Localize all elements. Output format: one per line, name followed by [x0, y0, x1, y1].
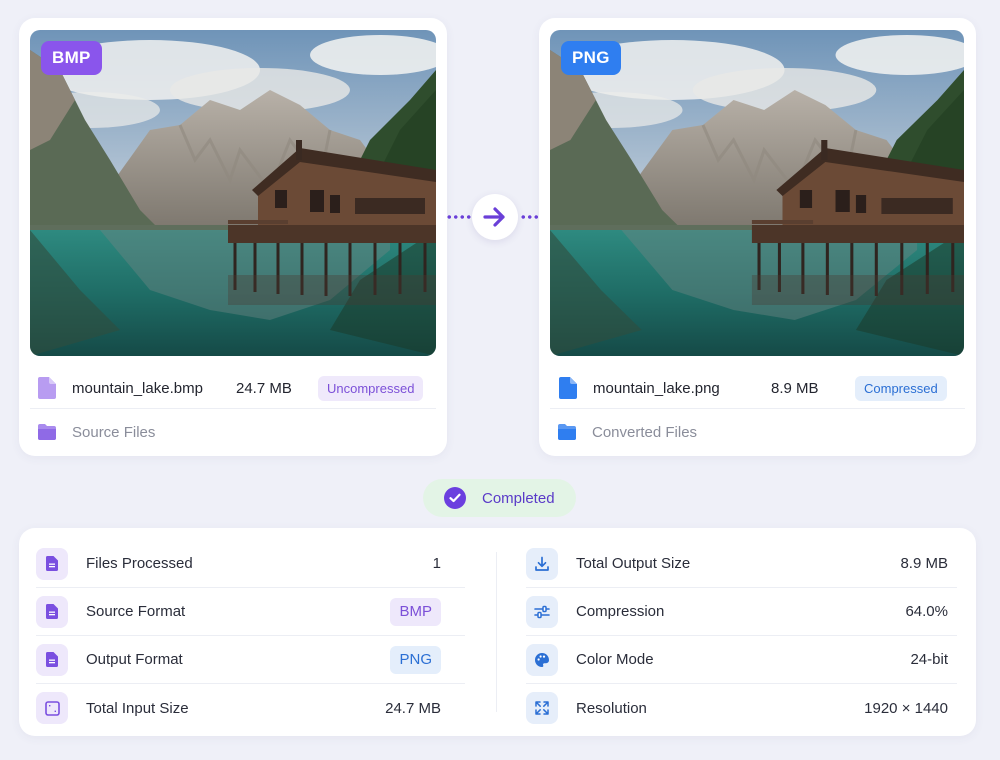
- converted-format-badge: PNG: [561, 41, 621, 75]
- stats-column-right: Total Output Size 8.9 MB Compression 64.…: [526, 540, 957, 732]
- converted-file-card[interactable]: PNG mountain_lake.png 8.9 MB Compressed …: [539, 18, 976, 456]
- source-folder-label: Source Files: [72, 423, 156, 441]
- stat-value: 24.7 MB: [385, 699, 441, 717]
- stat-label: Compression: [576, 603, 665, 620]
- download-icon: [526, 547, 558, 580]
- stat-color-mode: Color Mode 24-bit: [526, 636, 957, 684]
- converted-image-preview: [550, 30, 964, 356]
- stat-total-output-size: Total Output Size 8.9 MB: [526, 540, 957, 588]
- divider: [550, 408, 965, 409]
- stat-label: Resolution: [576, 699, 647, 717]
- source-status-badge: Uncompressed: [318, 375, 424, 401]
- stat-resolution: Resolution 1920 × 1440: [526, 684, 957, 732]
- connector-dots-right: [520, 215, 540, 219]
- source-format-badge: BMP: [41, 41, 102, 75]
- converted-folder-label: Converted Files: [592, 423, 698, 441]
- converted-file-row: mountain_lake.png 8.9 MB Compressed: [559, 366, 965, 410]
- source-file-card[interactable]: BMP mountain_lake.bmp 24.7 MB Uncompress…: [19, 18, 447, 456]
- document-icon: [36, 595, 68, 628]
- stat-label: Output Format: [86, 651, 183, 668]
- source-file-row: mountain_lake.bmp 24.7 MB Uncompressed: [38, 366, 436, 410]
- completed-label: Completed: [482, 489, 555, 507]
- expand-icon: [526, 692, 558, 724]
- completed-status-badge: Completed: [423, 479, 576, 517]
- stat-output-format: Output Format PNG: [36, 636, 465, 684]
- stat-label: Total Output Size: [576, 555, 691, 572]
- stat-label: Total Input Size: [86, 699, 189, 717]
- stat-files-processed: Files Processed 1: [36, 540, 465, 588]
- check-circle-icon: [444, 487, 466, 509]
- divider: [30, 408, 436, 409]
- document-icon: [36, 547, 68, 580]
- stat-source-format: Source Format BMP: [36, 588, 465, 636]
- converted-file-size: 8.9 MB: [771, 379, 819, 397]
- stat-value: 1920 × 1440: [864, 699, 948, 717]
- converted-folder-row[interactable]: Converted Files: [558, 418, 697, 446]
- converted-file-name: mountain_lake.png: [593, 379, 720, 397]
- converted-status-badge: Compressed: [855, 375, 947, 401]
- document-icon: [36, 643, 68, 676]
- stat-value: 8.9 MB: [900, 555, 948, 572]
- stat-value: 64.0%: [905, 603, 948, 620]
- stat-total-input-size: Total Input Size 24.7 MB: [36, 684, 465, 732]
- source-image-preview: [30, 30, 436, 356]
- file-icon: [38, 377, 56, 399]
- stat-value: 1: [432, 555, 441, 572]
- folder-icon: [38, 424, 56, 440]
- frame-icon: [36, 692, 68, 724]
- column-divider: [496, 552, 497, 712]
- source-folder-row[interactable]: Source Files: [38, 418, 155, 446]
- stat-value: 24-bit: [910, 651, 948, 668]
- conversion-stats-card: Files Processed 1 Source Format BMP Outp…: [19, 528, 976, 736]
- output-format-badge: PNG: [390, 645, 441, 674]
- stat-label: Source Format: [86, 603, 186, 620]
- stat-label: Color Mode: [576, 651, 654, 668]
- folder-icon: [558, 424, 576, 440]
- arrow-right-icon: [472, 194, 518, 240]
- conversion-connector: [446, 194, 540, 240]
- palette-icon: [526, 643, 558, 676]
- source-format-badge: BMP: [390, 597, 441, 626]
- sliders-icon: [526, 595, 558, 628]
- file-icon: [559, 377, 577, 399]
- stats-column-left: Files Processed 1 Source Format BMP Outp…: [36, 540, 465, 732]
- stat-label: Files Processed: [86, 555, 193, 572]
- connector-dots-left: [446, 215, 472, 219]
- stat-compression: Compression 64.0%: [526, 588, 957, 636]
- source-file-name: mountain_lake.bmp: [72, 379, 203, 397]
- source-file-size: 24.7 MB: [236, 379, 292, 397]
